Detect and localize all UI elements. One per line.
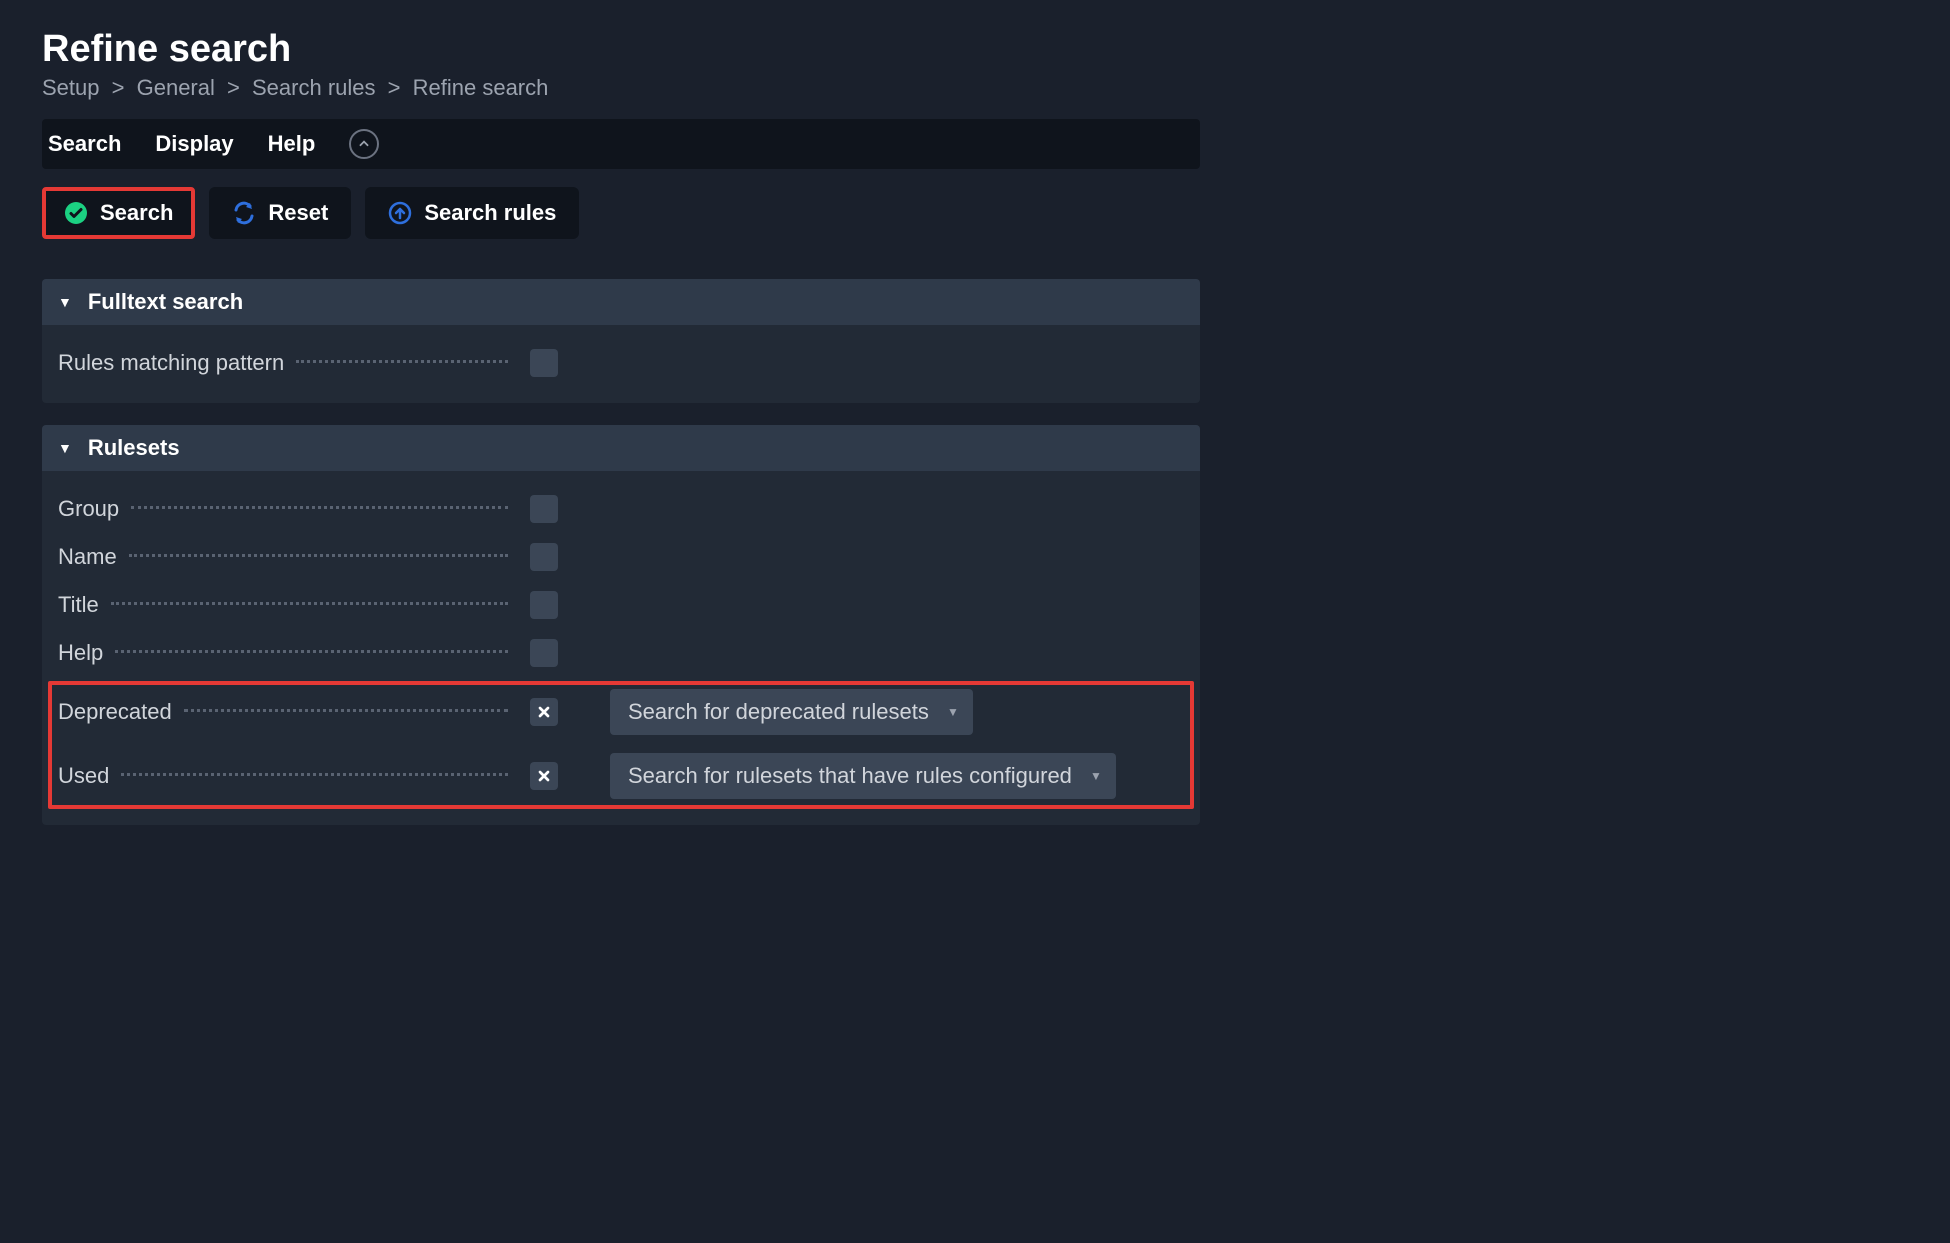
- checkbox-group[interactable]: [530, 495, 558, 523]
- refresh-icon: [232, 201, 256, 225]
- breadcrumb: Setup > General > Search rules > Refine …: [42, 75, 1200, 101]
- close-icon: [536, 704, 552, 720]
- search-rules-button[interactable]: Search rules: [365, 187, 579, 239]
- arrow-up-circle-icon: [388, 201, 412, 225]
- panel-fulltext-title: Fulltext search: [88, 289, 243, 315]
- breadcrumb-separator: >: [382, 75, 407, 100]
- caret-down-icon: ▼: [58, 440, 72, 456]
- row-deprecated: Deprecated Search for deprecated ruleset…: [52, 687, 1190, 737]
- dots-filler: [184, 709, 508, 712]
- menu-help[interactable]: Help: [268, 131, 316, 157]
- row-title: Title: [52, 581, 1190, 629]
- breadcrumb-item[interactable]: Setup: [42, 75, 100, 100]
- breadcrumb-item[interactable]: Search rules: [252, 75, 376, 100]
- row-name: Name: [52, 533, 1190, 581]
- label-help: Help: [58, 640, 109, 666]
- menubar: Search Display Help: [42, 119, 1200, 169]
- caret-down-icon: ▼: [947, 705, 959, 719]
- checkbox-name[interactable]: [530, 543, 558, 571]
- reset-button-label: Reset: [268, 200, 328, 226]
- checkbox-help[interactable]: [530, 639, 558, 667]
- label-group: Group: [58, 496, 125, 522]
- breadcrumb-item[interactable]: General: [137, 75, 215, 100]
- row-group: Group: [52, 485, 1190, 533]
- collapse-button[interactable]: [349, 129, 379, 159]
- check-circle-icon: [64, 201, 88, 225]
- search-button[interactable]: Search: [42, 187, 195, 239]
- panel-fulltext-header[interactable]: ▼ Fulltext search: [42, 279, 1200, 325]
- label-name: Name: [58, 544, 123, 570]
- select-deprecated[interactable]: Search for deprecated rulesets ▼: [610, 689, 973, 735]
- dots-filler: [121, 773, 508, 776]
- actionbar: Search Reset Search rules: [42, 187, 1200, 239]
- dots-filler: [131, 506, 508, 509]
- breadcrumb-item-current: Refine search: [413, 75, 549, 100]
- chevron-up-icon: [357, 137, 371, 151]
- label-deprecated: Deprecated: [58, 699, 178, 725]
- menu-display[interactable]: Display: [155, 131, 233, 157]
- dots-filler: [296, 360, 508, 363]
- select-used-value: Search for rulesets that have rules conf…: [628, 763, 1072, 789]
- row-rules-matching-pattern: Rules matching pattern: [52, 339, 1190, 387]
- page-root: Refine search Setup > General > Search r…: [0, 0, 1220, 887]
- search-rules-button-label: Search rules: [424, 200, 556, 226]
- select-used[interactable]: Search for rulesets that have rules conf…: [610, 753, 1116, 799]
- panel-fulltext-body: Rules matching pattern: [42, 325, 1200, 403]
- checkbox-title[interactable]: [530, 591, 558, 619]
- dots-filler: [111, 602, 508, 605]
- label-used: Used: [58, 763, 115, 789]
- label-rules-pattern: Rules matching pattern: [58, 350, 290, 376]
- checkbox-deprecated[interactable]: [530, 698, 558, 726]
- page-title: Refine search: [42, 28, 1200, 71]
- panel-rulesets-body: Group Name Title: [42, 471, 1200, 825]
- reset-button[interactable]: Reset: [209, 187, 351, 239]
- highlighted-rows: Deprecated Search for deprecated ruleset…: [48, 681, 1194, 809]
- panel-rulesets-header[interactable]: ▼ Rulesets: [42, 425, 1200, 471]
- dots-filler: [115, 650, 508, 653]
- panel-rulesets-title: Rulesets: [88, 435, 180, 461]
- row-used: Used Search for rulesets that have rules…: [52, 751, 1190, 801]
- caret-down-icon: ▼: [1090, 769, 1102, 783]
- menu-search[interactable]: Search: [48, 131, 121, 157]
- close-icon: [536, 768, 552, 784]
- panel-rulesets: ▼ Rulesets Group Name: [42, 425, 1200, 825]
- checkbox-used[interactable]: [530, 762, 558, 790]
- row-help: Help: [52, 629, 1190, 677]
- breadcrumb-separator: >: [221, 75, 246, 100]
- checkbox-rules-pattern[interactable]: [530, 349, 558, 377]
- breadcrumb-separator: >: [106, 75, 131, 100]
- panel-fulltext: ▼ Fulltext search Rules matching pattern: [42, 279, 1200, 403]
- label-title: Title: [58, 592, 105, 618]
- select-deprecated-value: Search for deprecated rulesets: [628, 699, 929, 725]
- search-button-label: Search: [100, 200, 173, 226]
- dots-filler: [129, 554, 508, 557]
- caret-down-icon: ▼: [58, 294, 72, 310]
